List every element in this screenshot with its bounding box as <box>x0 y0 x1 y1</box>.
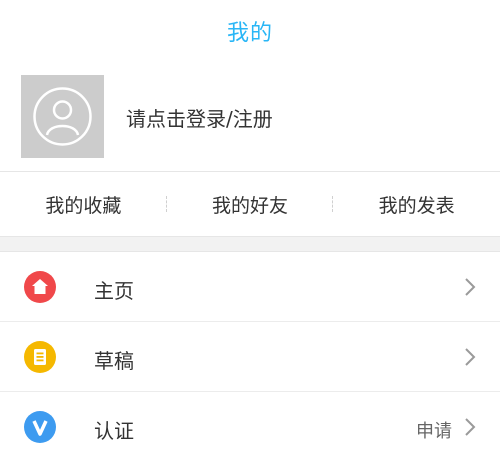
draft-icon <box>24 341 56 373</box>
chevron-right-icon <box>465 348 476 366</box>
verify-icon <box>24 411 56 443</box>
menu-item-drafts[interactable]: 草稿 <box>0 322 500 392</box>
quick-link-favorites[interactable]: 我的收藏 <box>0 172 167 236</box>
profile-section[interactable]: 请点击登录/注册 <box>0 62 500 172</box>
page-title: 我的 <box>226 21 273 46</box>
menu-item-label: 草稿 <box>94 349 134 373</box>
menu-item-label: 主页 <box>94 279 134 303</box>
quick-link-label: 我的发表 <box>378 194 455 217</box>
quick-link-label: 我的收藏 <box>45 194 122 217</box>
quick-link-friends[interactable]: 我的好友 <box>167 172 334 236</box>
home-icon <box>24 271 56 303</box>
quick-link-label: 我的好友 <box>212 194 289 217</box>
my-page: 我的 请点击登录/注册 我的收藏 我的好友 我的发表 主页 草稿 认证 申请 <box>0 0 500 462</box>
quick-links: 我的收藏 我的好友 我的发表 <box>0 172 500 236</box>
user-avatar-icon <box>33 87 92 146</box>
menu-item-label: 认证 <box>94 419 134 443</box>
quick-link-posts[interactable]: 我的发表 <box>333 172 500 236</box>
menu-item-home[interactable]: 主页 <box>0 252 500 322</box>
menu-item-verification[interactable]: 认证 申请 <box>0 392 500 462</box>
avatar[interactable] <box>21 75 104 158</box>
chevron-right-icon <box>465 278 476 296</box>
apply-link[interactable]: 申请 <box>416 417 452 443</box>
chevron-right-icon <box>465 418 476 436</box>
menu-list: 主页 草稿 认证 申请 <box>0 252 500 462</box>
section-divider <box>0 236 500 252</box>
header: 我的 <box>0 0 500 62</box>
login-register-link[interactable]: 请点击登录/注册 <box>126 103 273 132</box>
